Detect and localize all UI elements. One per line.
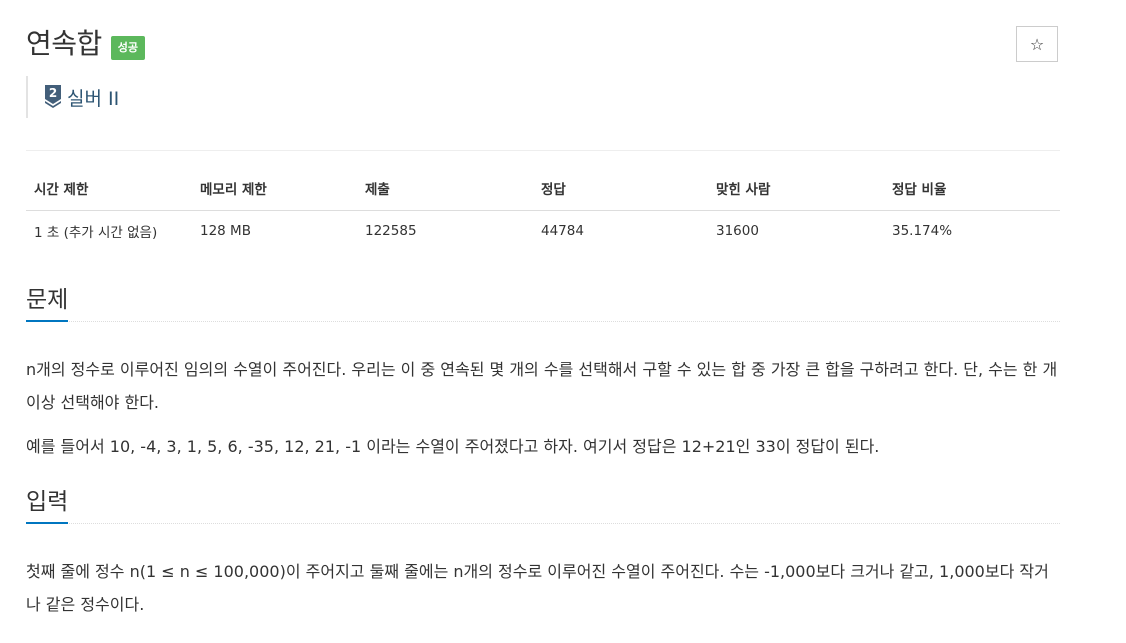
status-badge: 성공 — [110, 36, 146, 60]
input-section-header: 입력 — [26, 488, 1060, 524]
input-section-title: 입력 — [26, 488, 69, 524]
table-row: 1 초 (추가 시간 없음) 128 MB 122585 44784 31600… — [26, 211, 1060, 252]
problem-section-header: 문제 — [26, 286, 1060, 322]
divider — [26, 150, 1060, 151]
table-header-row: 시간 제한 메모리 제한 제출 정답 맞힌 사람 정답 비율 — [26, 170, 1060, 211]
cell-solved-users: 31600 — [716, 223, 759, 239]
cell-accepted: 44784 — [541, 223, 584, 239]
problem-example-paragraph: 예를 들어서 10, -4, 3, 1, 5, 6, -35, 12, 21, … — [26, 437, 880, 456]
header-submissions: 제출 — [357, 170, 533, 211]
problem-section-title: 문제 — [26, 286, 69, 322]
cell-memory-limit: 128 MB — [200, 223, 251, 239]
silver-tier-icon: 2 — [45, 85, 61, 108]
tier-link[interactable]: 실버 II — [67, 84, 119, 111]
input-description-paragraph: 첫째 줄에 정수 n(1 ≤ n ≤ 100,000)이 주어지고 둘째 줄에는… — [26, 562, 1049, 614]
problem-info-table: 시간 제한 메모리 제한 제출 정답 맞힌 사람 정답 비율 1 초 (추가 시… — [26, 170, 1060, 251]
star-icon: ☆ — [1029, 34, 1045, 54]
cell-accept-ratio: 35.174% — [892, 223, 953, 239]
cell-time-limit: 1 초 (추가 시간 없음) — [34, 225, 158, 241]
header-accepted: 정답 — [533, 170, 708, 211]
header-memory-limit: 메모리 제한 — [192, 170, 357, 211]
problem-description-paragraph: n개의 정수로 이루어진 임의의 수열이 주어진다. 우리는 이 중 연속된 몇… — [26, 360, 1058, 412]
problem-page: 연속합 성공 ☆ 2 실버 II 시간 제한 메모리 제한 제출 정답 맞힌 사… — [0, 0, 1126, 643]
title-row: 연속합 성공 — [26, 24, 146, 64]
star-button[interactable]: ☆ — [1016, 26, 1058, 62]
header-solved-users: 맞힌 사람 — [708, 170, 884, 211]
cell-submissions: 122585 — [365, 223, 417, 239]
header-time-limit: 시간 제한 — [26, 170, 192, 211]
tier-block: 2 실버 II — [26, 76, 119, 118]
tier-number: 2 — [49, 86, 57, 100]
problem-title: 연속합 — [26, 27, 102, 60]
header-accept-ratio: 정답 비율 — [884, 170, 1060, 211]
